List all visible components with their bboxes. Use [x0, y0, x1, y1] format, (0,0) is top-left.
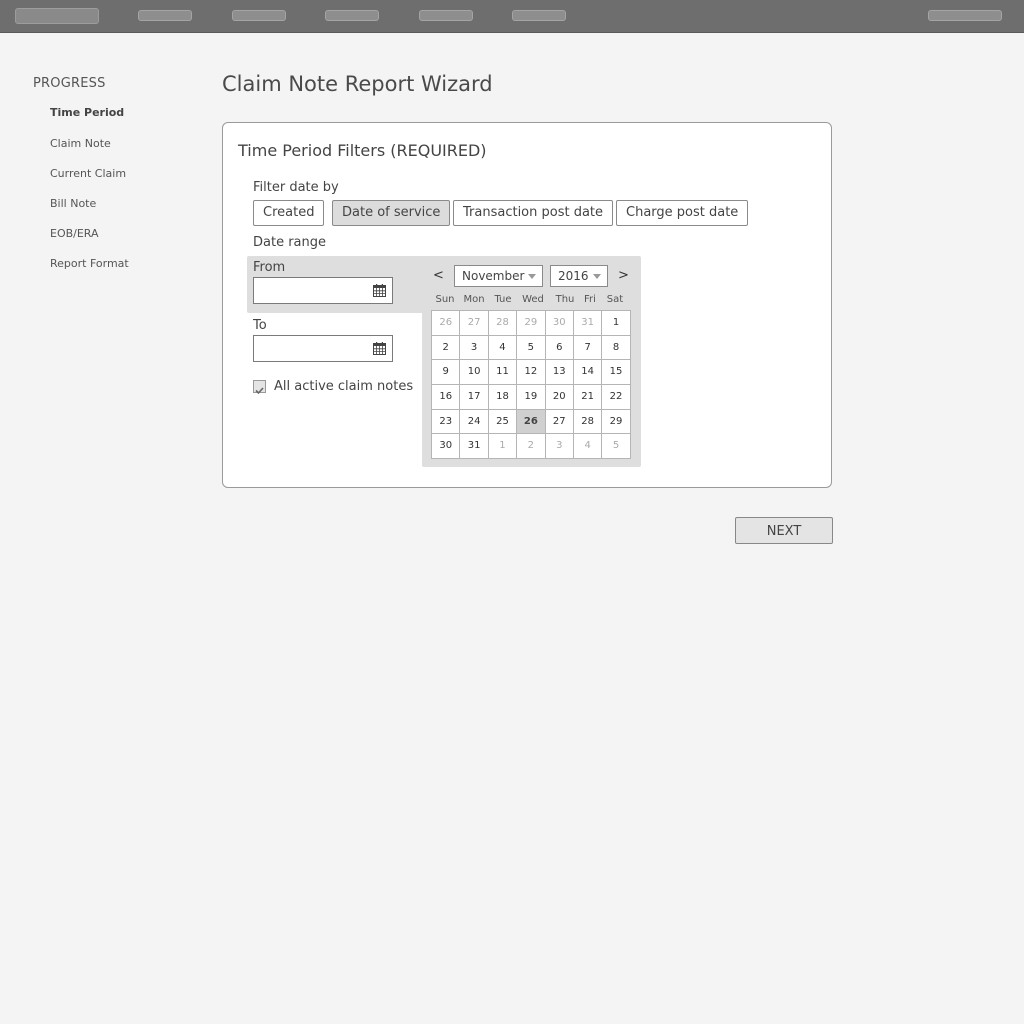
date-range-label: Date range [253, 235, 327, 250]
calendar-day[interactable]: 30 [545, 311, 574, 336]
calendar-day[interactable]: 12 [517, 360, 546, 386]
top-nav-bar [0, 0, 1024, 33]
weekday-header: Wed [522, 294, 544, 305]
calendar-day[interactable]: 28 [573, 409, 603, 435]
to-date-input[interactable] [253, 335, 393, 362]
calendar-day[interactable]: 3 [460, 335, 489, 361]
user-menu[interactable] [928, 10, 1002, 21]
calendar-day[interactable]: 14 [573, 360, 603, 386]
calendar-day[interactable]: 8 [602, 335, 631, 361]
month-value: November [462, 269, 525, 283]
calendar-day[interactable]: 11 [488, 360, 518, 386]
all-active-checkbox[interactable] [253, 380, 266, 395]
calendar-day[interactable]: 19 [517, 385, 546, 410]
weekday-header: Sat [606, 294, 624, 305]
calendar-day[interactable]: 15 [602, 360, 631, 386]
calendar-day[interactable]: 31 [460, 434, 489, 460]
year-select[interactable]: 2016 [550, 265, 608, 287]
next-month-button[interactable]: > [618, 268, 629, 283]
weekday-header: Mon [463, 294, 485, 305]
calendar-day[interactable]: 26 [432, 311, 461, 336]
calendar-day[interactable]: 16 [432, 385, 461, 410]
calendar-day[interactable]: 25 [488, 409, 518, 435]
calendar-day[interactable]: 1 [488, 434, 518, 460]
calendar-day[interactable]: 31 [573, 311, 603, 336]
app-logo[interactable] [15, 8, 99, 24]
calendar-day[interactable]: 4 [488, 335, 518, 361]
nav-item-5[interactable] [512, 10, 566, 21]
calendar-day-selected[interactable]: 26 [517, 409, 546, 435]
calendar-day[interactable]: 3 [545, 434, 574, 460]
from-date-input[interactable] [253, 277, 393, 304]
sidebar-item-report-format[interactable]: Report Format [50, 257, 129, 270]
calendar-day[interactable]: 2 [432, 335, 461, 361]
filter-charge-post-date-button[interactable]: Charge post date [616, 200, 749, 226]
calendar-day[interactable]: 17 [460, 385, 489, 410]
weekday-header: Tue [494, 294, 512, 305]
all-active-label: All active claim notes [274, 379, 414, 394]
time-period-card: Time Period Filters (REQUIRED) Filter da… [222, 122, 832, 488]
calendar-day[interactable]: 5 [602, 434, 631, 460]
calendar-day[interactable]: 7 [573, 335, 603, 361]
calendar-day[interactable]: 18 [488, 385, 518, 410]
calendar-day-grid: 26 27 28 29 30 31 1 2 3 4 5 6 7 8 9 10 1… [431, 310, 631, 460]
from-label: From [253, 260, 286, 275]
nav-item-1[interactable] [138, 10, 192, 21]
sidebar-item-current-claim[interactable]: Current Claim [50, 167, 126, 180]
calendar-day[interactable]: 20 [545, 385, 574, 410]
calendar-day[interactable]: 24 [460, 409, 489, 435]
calendar-day[interactable]: 10 [460, 360, 489, 386]
calendar-day[interactable]: 29 [517, 311, 546, 336]
check-icon [255, 387, 264, 395]
month-select[interactable]: November [454, 265, 543, 287]
calendar-day[interactable]: 23 [432, 409, 461, 435]
calendar-day[interactable]: 9 [432, 360, 461, 386]
weekday-header: Fri [584, 294, 596, 305]
nav-item-3[interactable] [325, 10, 379, 21]
calendar-day[interactable]: 22 [602, 385, 631, 410]
filter-created-button[interactable]: Created [253, 200, 325, 226]
year-value: 2016 [558, 269, 589, 283]
prev-month-button[interactable]: < [433, 268, 444, 283]
filter-date-label: Filter date by [253, 180, 339, 195]
calendar-day[interactable]: 30 [432, 434, 461, 460]
to-calendar-icon[interactable] [373, 342, 386, 355]
to-label: To [253, 318, 267, 333]
sidebar-item-claim-note[interactable]: Claim Note [50, 137, 111, 150]
calendar-day[interactable]: 2 [517, 434, 546, 460]
calendar-day[interactable]: 28 [488, 311, 518, 336]
calendar-day[interactable]: 1 [602, 311, 631, 336]
next-button[interactable]: NEXT [735, 517, 833, 544]
calendar-day[interactable]: 27 [460, 311, 489, 336]
calendar-day[interactable]: 29 [602, 409, 631, 435]
chevron-down-icon [593, 274, 601, 279]
sidebar-item-time-period[interactable]: Time Period [50, 106, 124, 119]
sidebar-title: PROGRESS [33, 76, 106, 91]
nav-item-4[interactable] [419, 10, 473, 21]
calendar-day[interactable]: 27 [545, 409, 574, 435]
weekday-header: Sun [435, 294, 455, 305]
card-title: Time Period Filters (REQUIRED) [238, 141, 487, 160]
filter-transaction-post-date-button[interactable]: Transaction post date [453, 200, 614, 226]
calendar-day[interactable]: 21 [573, 385, 603, 410]
calendar-day[interactable]: 6 [545, 335, 574, 361]
sidebar-item-bill-note[interactable]: Bill Note [50, 197, 96, 210]
from-calendar-icon[interactable] [373, 284, 386, 297]
filter-date-of-service-button[interactable]: Date of service [332, 200, 451, 226]
calendar-day[interactable]: 4 [573, 434, 603, 460]
chevron-down-icon [528, 274, 536, 279]
sidebar-item-eob-era[interactable]: EOB/ERA [50, 227, 99, 240]
weekday-header: Thu [555, 294, 575, 305]
calendar-day[interactable]: 13 [545, 360, 574, 386]
calendar-day[interactable]: 5 [517, 335, 546, 361]
nav-item-2[interactable] [232, 10, 286, 21]
page-title: Claim Note Report Wizard [222, 72, 493, 96]
